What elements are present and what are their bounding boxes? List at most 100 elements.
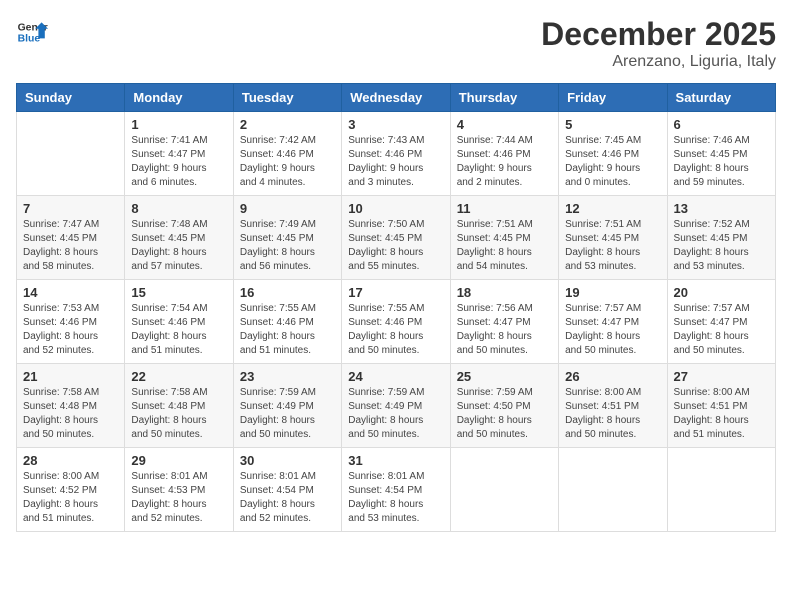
calendar-cell: 12 Sunrise: 7:51 AM Sunset: 4:45 PM Dayli… bbox=[559, 196, 667, 280]
day-detail: Sunrise: 7:42 AM Sunset: 4:46 PM Dayligh… bbox=[240, 134, 335, 190]
calendar-week-row: 14Sunrise: 7:53 AM Sunset: 4:46 PM Dayli… bbox=[17, 280, 776, 364]
calendar-week-row: 28 Sunrise: 8:00 AM Sunset: 4:52 PM Dayli… bbox=[17, 448, 776, 532]
calendar-cell: 17Sunrise: 7:55 AM Sunset: 4:46 PM Dayli… bbox=[342, 280, 450, 364]
logo: General Blue bbox=[16, 16, 48, 48]
day-number: 5 bbox=[565, 117, 660, 132]
calendar-cell: 8Sunrise: 7:48 AM Sunset: 4:45 PM Daylig… bbox=[125, 196, 233, 280]
calendar-cell: 6Sunrise: 7:46 AM Sunset: 4:45 PM Daylig… bbox=[667, 112, 775, 196]
day-detail: Sunrise: 7:59 AM Sunset: 4:49 PM Dayligh… bbox=[348, 386, 443, 442]
calendar-cell: 10 Sunrise: 7:50 AM Sunset: 4:45 PM Dayli… bbox=[342, 196, 450, 280]
day-number: 24 bbox=[348, 369, 443, 384]
day-detail: Sunrise: 7:57 AM Sunset: 4:47 PM Dayligh… bbox=[565, 302, 660, 358]
day-number: 17 bbox=[348, 285, 443, 300]
day-detail: Sunrise: 7:56 AM Sunset: 4:47 PM Dayligh… bbox=[457, 302, 552, 358]
calendar-cell: 2 Sunrise: 7:42 AM Sunset: 4:46 PM Daylig… bbox=[233, 112, 341, 196]
day-detail: Sunrise: 7:55 AM Sunset: 4:46 PM Dayligh… bbox=[240, 302, 335, 358]
calendar-cell: 19 Sunrise: 7:57 AM Sunset: 4:47 PM Dayli… bbox=[559, 280, 667, 364]
calendar-cell bbox=[559, 448, 667, 532]
day-number: 19 bbox=[565, 285, 660, 300]
day-detail: Sunrise: 7:59 AM Sunset: 4:49 PM Dayligh… bbox=[240, 386, 335, 442]
day-detail: Sunrise: 7:46 AM Sunset: 4:45 PM Dayligh… bbox=[674, 134, 769, 190]
calendar-cell: 30Sunrise: 8:01 AM Sunset: 4:54 PM Dayli… bbox=[233, 448, 341, 532]
title-block: December 2025 Arenzano, Liguria, Italy bbox=[541, 16, 776, 71]
day-detail: Sunrise: 7:50 AM Sunset: 4:45 PM Dayligh… bbox=[348, 218, 443, 274]
day-number: 22 bbox=[131, 369, 226, 384]
day-number: 15 bbox=[131, 285, 226, 300]
day-detail: Sunrise: 7:57 AM Sunset: 4:47 PM Dayligh… bbox=[674, 302, 769, 358]
day-number: 20 bbox=[674, 285, 769, 300]
page-header: General Blue December 2025 Arenzano, Lig… bbox=[16, 16, 776, 71]
calendar-cell: 3 Sunrise: 7:43 AM Sunset: 4:46 PM Daylig… bbox=[342, 112, 450, 196]
calendar-cell: 16 Sunrise: 7:55 AM Sunset: 4:46 PM Dayli… bbox=[233, 280, 341, 364]
calendar-cell bbox=[17, 112, 125, 196]
day-detail: Sunrise: 7:49 AM Sunset: 4:45 PM Dayligh… bbox=[240, 218, 335, 274]
calendar-cell: 31 Sunrise: 8:01 AM Sunset: 4:54 PM Dayli… bbox=[342, 448, 450, 532]
day-detail: Sunrise: 7:53 AM Sunset: 4:46 PM Dayligh… bbox=[23, 302, 118, 358]
weekday-header-sunday: Sunday bbox=[17, 84, 125, 112]
day-detail: Sunrise: 7:51 AM Sunset: 4:45 PM Dayligh… bbox=[565, 218, 660, 274]
calendar-cell: 24 Sunrise: 7:59 AM Sunset: 4:49 PM Dayli… bbox=[342, 364, 450, 448]
day-number: 2 bbox=[240, 117, 335, 132]
day-detail: Sunrise: 7:41 AM Sunset: 4:47 PM Dayligh… bbox=[131, 134, 226, 190]
calendar-cell: 28 Sunrise: 8:00 AM Sunset: 4:52 PM Dayli… bbox=[17, 448, 125, 532]
svg-text:Blue: Blue bbox=[18, 34, 41, 45]
day-detail: Sunrise: 7:58 AM Sunset: 4:48 PM Dayligh… bbox=[23, 386, 118, 442]
day-number: 23 bbox=[240, 369, 335, 384]
day-number: 31 bbox=[348, 453, 443, 468]
day-detail: Sunrise: 8:01 AM Sunset: 4:54 PM Dayligh… bbox=[348, 470, 443, 526]
day-detail: Sunrise: 7:59 AM Sunset: 4:50 PM Dayligh… bbox=[457, 386, 552, 442]
calendar-cell: 26 Sunrise: 8:00 AM Sunset: 4:51 PM Dayli… bbox=[559, 364, 667, 448]
day-detail: Sunrise: 7:45 AM Sunset: 4:46 PM Dayligh… bbox=[565, 134, 660, 190]
day-detail: Sunrise: 7:44 AM Sunset: 4:46 PM Dayligh… bbox=[457, 134, 552, 190]
calendar-cell bbox=[450, 448, 558, 532]
weekday-header-thursday: Thursday bbox=[450, 84, 558, 112]
day-number: 30 bbox=[240, 453, 335, 468]
day-number: 16 bbox=[240, 285, 335, 300]
day-number: 7 bbox=[23, 201, 118, 216]
day-detail: Sunrise: 7:51 AM Sunset: 4:45 PM Dayligh… bbox=[457, 218, 552, 274]
day-number: 13 bbox=[674, 201, 769, 216]
day-number: 25 bbox=[457, 369, 552, 384]
day-number: 1 bbox=[131, 117, 226, 132]
day-detail: Sunrise: 8:00 AM Sunset: 4:51 PM Dayligh… bbox=[565, 386, 660, 442]
day-number: 18 bbox=[457, 285, 552, 300]
calendar-cell: 5 Sunrise: 7:45 AM Sunset: 4:46 PM Daylig… bbox=[559, 112, 667, 196]
calendar-cell: 25 Sunrise: 7:59 AM Sunset: 4:50 PM Dayli… bbox=[450, 364, 558, 448]
day-number: 29 bbox=[131, 453, 226, 468]
calendar-cell: 4 Sunrise: 7:44 AM Sunset: 4:46 PM Daylig… bbox=[450, 112, 558, 196]
calendar-cell: 15 Sunrise: 7:54 AM Sunset: 4:46 PM Dayli… bbox=[125, 280, 233, 364]
day-number: 21 bbox=[23, 369, 118, 384]
day-detail: Sunrise: 7:54 AM Sunset: 4:46 PM Dayligh… bbox=[131, 302, 226, 358]
day-number: 10 bbox=[348, 201, 443, 216]
location-subtitle: Arenzano, Liguria, Italy bbox=[541, 53, 776, 71]
weekday-header-wednesday: Wednesday bbox=[342, 84, 450, 112]
calendar-week-row: 7Sunrise: 7:47 AM Sunset: 4:45 PM Daylig… bbox=[17, 196, 776, 280]
month-year-title: December 2025 bbox=[541, 16, 776, 53]
calendar-cell bbox=[667, 448, 775, 532]
calendar-cell: 23 Sunrise: 7:59 AM Sunset: 4:49 PM Dayli… bbox=[233, 364, 341, 448]
calendar-cell: 13Sunrise: 7:52 AM Sunset: 4:45 PM Dayli… bbox=[667, 196, 775, 280]
day-number: 8 bbox=[131, 201, 226, 216]
calendar-cell: 22 Sunrise: 7:58 AM Sunset: 4:48 PM Dayli… bbox=[125, 364, 233, 448]
weekday-header-friday: Friday bbox=[559, 84, 667, 112]
day-number: 26 bbox=[565, 369, 660, 384]
calendar-cell: 9Sunrise: 7:49 AM Sunset: 4:45 PM Daylig… bbox=[233, 196, 341, 280]
day-number: 3 bbox=[348, 117, 443, 132]
day-number: 12 bbox=[565, 201, 660, 216]
calendar-cell: 29Sunrise: 8:01 AM Sunset: 4:53 PM Dayli… bbox=[125, 448, 233, 532]
day-number: 11 bbox=[457, 201, 552, 216]
calendar-cell: 1 Sunrise: 7:41 AM Sunset: 4:47 PM Daylig… bbox=[125, 112, 233, 196]
day-detail: Sunrise: 8:00 AM Sunset: 4:51 PM Dayligh… bbox=[674, 386, 769, 442]
day-detail: Sunrise: 7:43 AM Sunset: 4:46 PM Dayligh… bbox=[348, 134, 443, 190]
calendar-week-row: 21 Sunrise: 7:58 AM Sunset: 4:48 PM Dayli… bbox=[17, 364, 776, 448]
day-number: 4 bbox=[457, 117, 552, 132]
day-number: 28 bbox=[23, 453, 118, 468]
calendar-week-row: 1 Sunrise: 7:41 AM Sunset: 4:47 PM Daylig… bbox=[17, 112, 776, 196]
calendar-cell: 14Sunrise: 7:53 AM Sunset: 4:46 PM Dayli… bbox=[17, 280, 125, 364]
calendar-table: SundayMondayTuesdayWednesdayThursdayFrid… bbox=[16, 83, 776, 532]
day-detail: Sunrise: 7:58 AM Sunset: 4:48 PM Dayligh… bbox=[131, 386, 226, 442]
calendar-cell: 18 Sunrise: 7:56 AM Sunset: 4:47 PM Dayli… bbox=[450, 280, 558, 364]
day-detail: Sunrise: 8:00 AM Sunset: 4:52 PM Dayligh… bbox=[23, 470, 118, 526]
calendar-cell: 20 Sunrise: 7:57 AM Sunset: 4:47 PM Dayli… bbox=[667, 280, 775, 364]
calendar-header-row: SundayMondayTuesdayWednesdayThursdayFrid… bbox=[17, 84, 776, 112]
